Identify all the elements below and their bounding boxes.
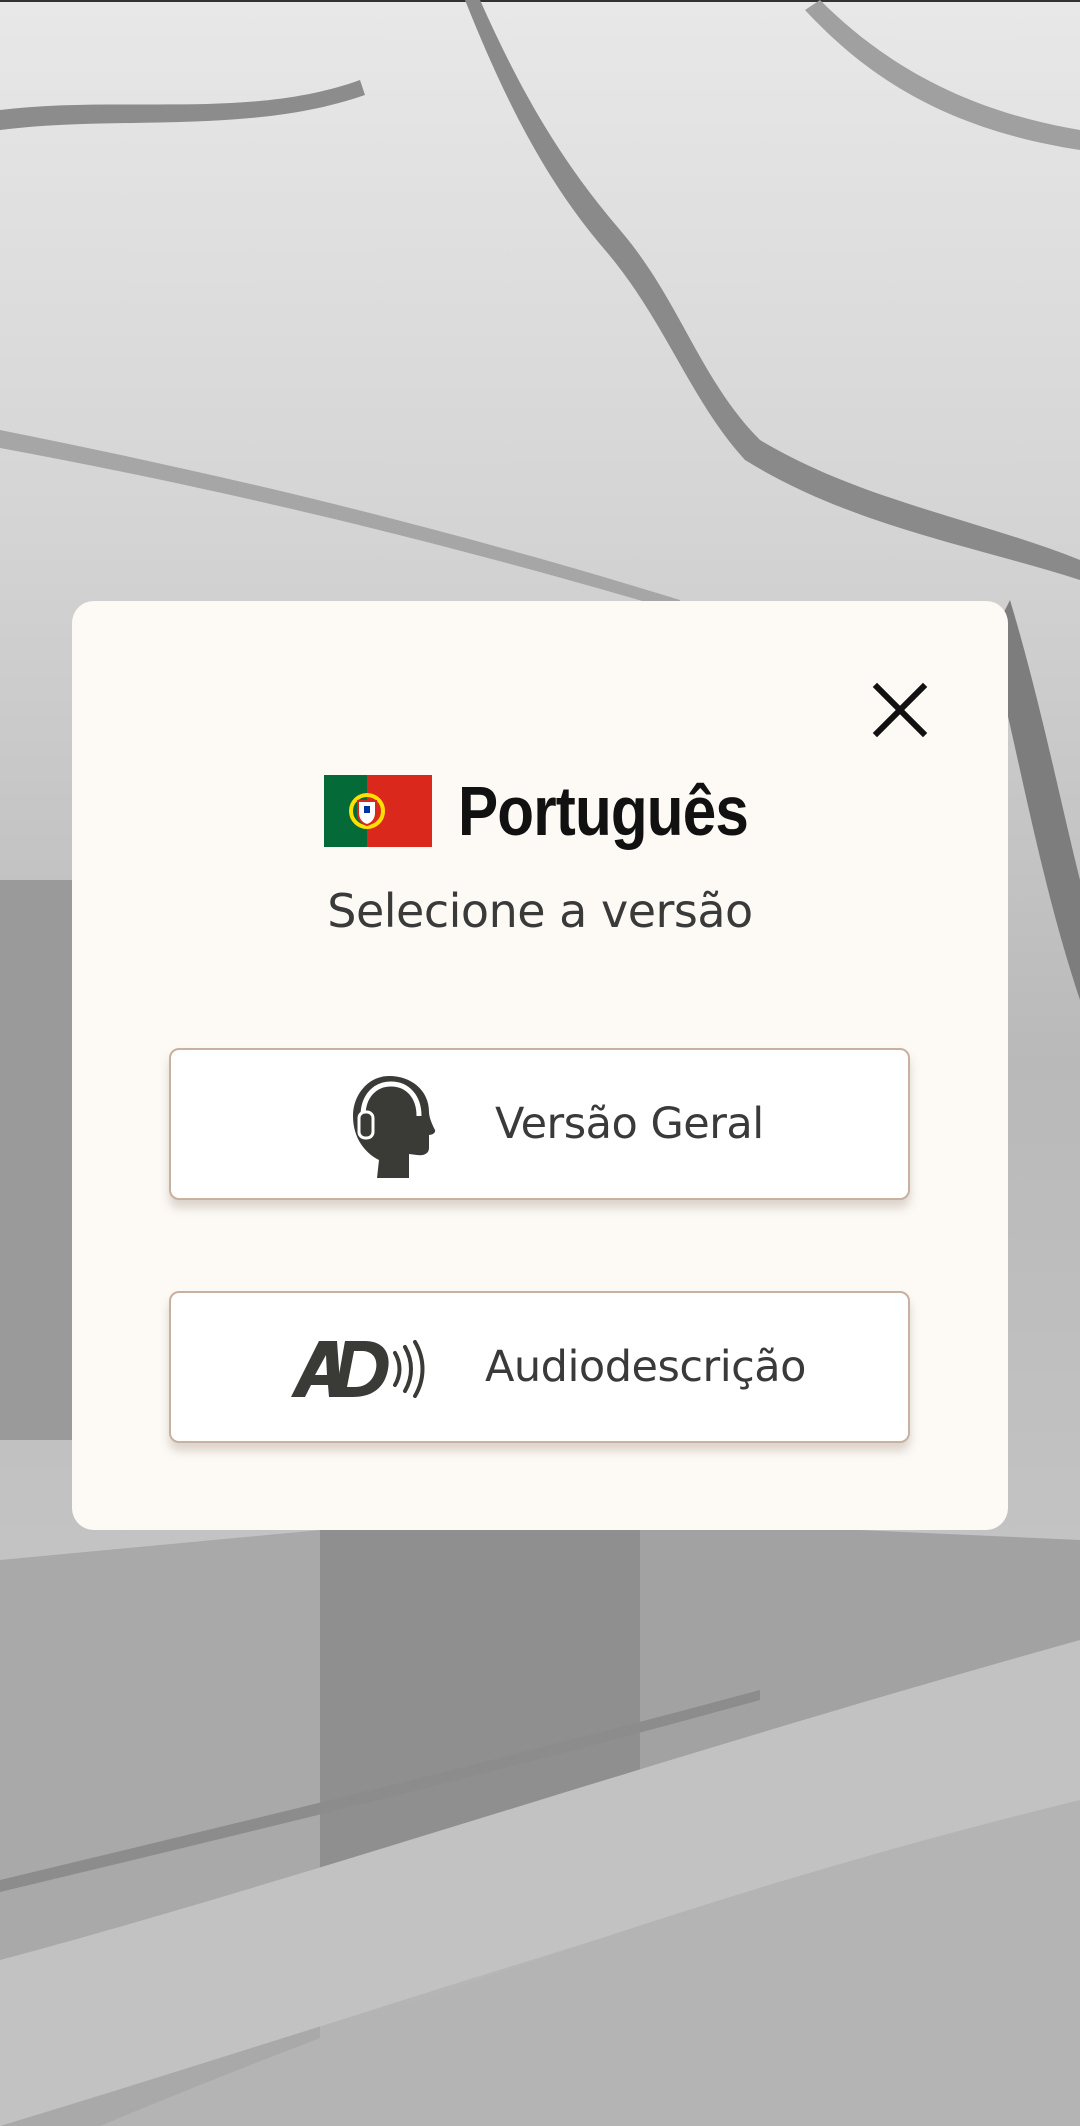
audio-description-icon: [291, 1340, 425, 1398]
general-version-label: Versão Geral: [495, 1099, 764, 1149]
general-version-button[interactable]: Versão Geral: [169, 1048, 910, 1200]
close-button[interactable]: [867, 677, 933, 743]
audio-description-button[interactable]: Audiodescrição: [169, 1291, 910, 1443]
head-headphones-icon: [353, 1076, 436, 1178]
screen: Português Selecione a versão Versão Gera…: [0, 0, 1080, 2126]
audio-description-label: Audiodescrição: [485, 1342, 806, 1392]
language-title: Português: [458, 772, 749, 850]
close-icon: [872, 682, 928, 738]
title-row: Português: [72, 766, 1008, 856]
version-select-dialog: Português Selecione a versão Versão Gera…: [72, 601, 1008, 1530]
dialog-subtitle: Selecione a versão: [327, 884, 753, 938]
portugal-flag-icon: [324, 775, 433, 847]
